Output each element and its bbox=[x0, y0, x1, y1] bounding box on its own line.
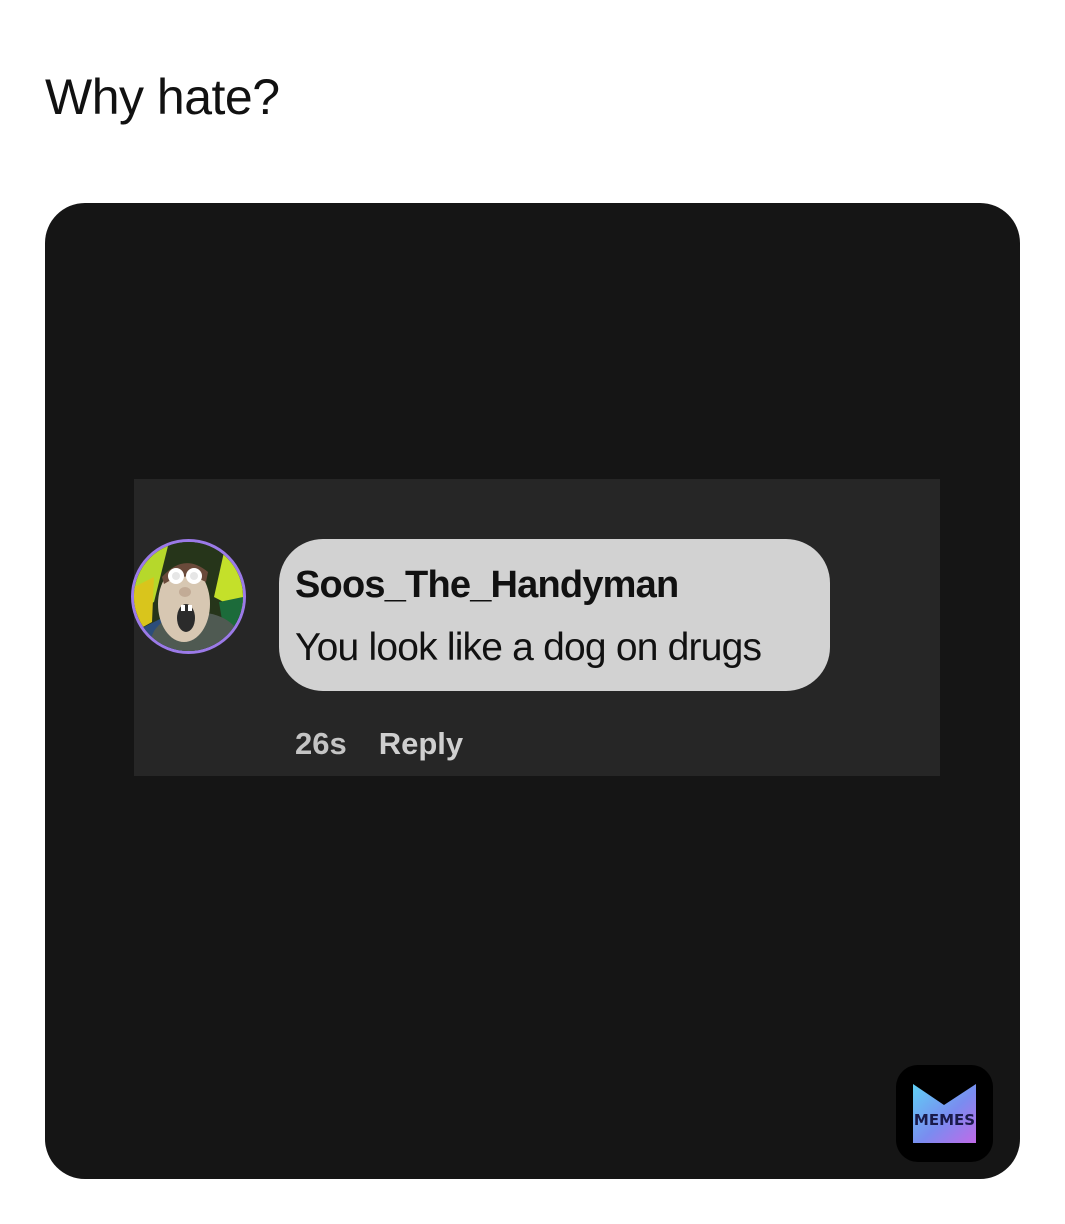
cartoon-face-avatar-icon bbox=[134, 542, 243, 651]
reply-button[interactable]: Reply bbox=[379, 726, 463, 762]
comment-username[interactable]: Soos_The_Handyman bbox=[295, 564, 679, 607]
caption-text: Why hate? bbox=[45, 69, 280, 125]
comment-text: You look like a dog on drugs bbox=[295, 626, 762, 669]
meme-card: Soos_The_Handyman You look like a dog on… bbox=[45, 203, 1020, 1179]
user-avatar[interactable] bbox=[131, 539, 246, 654]
comment-meta: 26s Reply bbox=[295, 726, 463, 762]
comment-bubble: Soos_The_Handyman You look like a dog on… bbox=[279, 539, 830, 691]
memes-logo: MEMES bbox=[896, 1065, 993, 1162]
comment-timestamp: 26s bbox=[295, 726, 347, 761]
memes-logo-label: MEMES bbox=[913, 1111, 976, 1129]
comment-box: Soos_The_Handyman You look like a dog on… bbox=[131, 479, 940, 776]
